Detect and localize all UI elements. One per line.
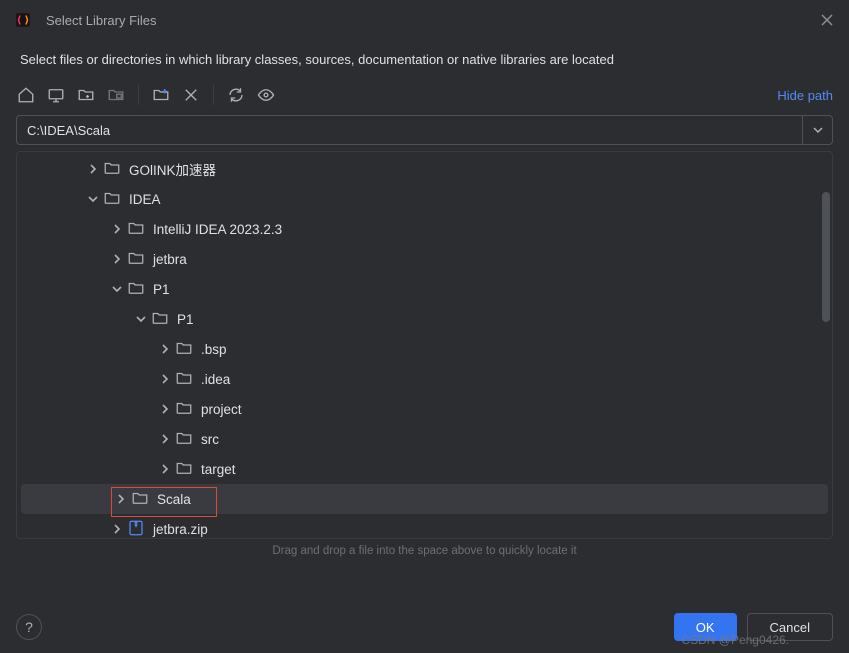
folder-icon	[175, 369, 201, 390]
tree-item-label: Scala	[157, 492, 191, 507]
chevron-right-icon[interactable]	[157, 401, 173, 417]
folder-icon	[103, 189, 129, 210]
instructions-text: Select files or directories in which lib…	[0, 40, 849, 85]
toolbar-divider	[213, 85, 214, 105]
path-bar	[16, 115, 833, 145]
tree-row[interactable]: GOlINK加速器	[17, 154, 832, 184]
folder-icon	[127, 249, 153, 270]
toolbar: Hide path	[0, 85, 849, 115]
folder-icon	[127, 219, 153, 240]
tree-row[interactable]: src	[17, 424, 832, 454]
tree-row[interactable]: jetbra	[17, 244, 832, 274]
titlebar: Select Library Files	[0, 0, 849, 40]
toolbar-divider	[138, 85, 139, 105]
drop-hint: Drag and drop a file into the space abov…	[0, 545, 849, 557]
home-icon[interactable]	[16, 85, 36, 105]
refresh-icon[interactable]	[226, 85, 246, 105]
chevron-right-icon[interactable]	[157, 461, 173, 477]
app-icon	[14, 11, 32, 29]
tree-item-label: P1	[153, 282, 170, 297]
tree-item-label: jetbra	[153, 252, 187, 267]
chevron-right-icon[interactable]	[109, 251, 125, 267]
folder-icon	[175, 459, 201, 480]
scrollbar[interactable]	[822, 192, 830, 322]
window-title: Select Library Files	[46, 13, 819, 28]
folder-icon	[175, 399, 201, 420]
chevron-right-icon[interactable]	[157, 371, 173, 387]
tree-item-label: .idea	[201, 372, 230, 387]
tree-item-label: project	[201, 402, 242, 417]
tree-row[interactable]: .bsp	[17, 334, 832, 364]
help-button[interactable]: ?	[16, 614, 42, 640]
chevron-down-icon[interactable]	[133, 311, 149, 327]
tree-row[interactable]: Scala	[21, 484, 828, 514]
chevron-right-icon[interactable]	[109, 221, 125, 237]
tree-row[interactable]: P1	[17, 274, 832, 304]
chevron-right-icon[interactable]	[109, 521, 125, 537]
hide-path-link[interactable]: Hide path	[777, 88, 833, 103]
tree-row[interactable]: IntelliJ IDEA 2023.2.3	[17, 214, 832, 244]
tree-row[interactable]: .idea	[17, 364, 832, 394]
path-dropdown-button[interactable]	[803, 115, 833, 145]
folder-icon	[151, 309, 177, 330]
tree-item-label: .bsp	[201, 342, 227, 357]
chevron-right-icon[interactable]	[157, 431, 173, 447]
delete-icon[interactable]	[181, 85, 201, 105]
folder-icon	[175, 429, 201, 450]
tree-row[interactable]: target	[17, 454, 832, 484]
tree-row[interactable]: project	[17, 394, 832, 424]
tree-item-label: IDEA	[129, 192, 161, 207]
tree-item-label: P1	[177, 312, 194, 327]
path-input[interactable]	[16, 115, 803, 145]
chevron-down-icon[interactable]	[109, 281, 125, 297]
tree-item-label: target	[201, 462, 236, 477]
show-hidden-icon[interactable]	[256, 85, 276, 105]
watermark: CSDN @Peng0426.	[681, 633, 789, 647]
folder-icon	[103, 159, 129, 180]
folder-icon	[127, 279, 153, 300]
project-icon[interactable]	[76, 85, 96, 105]
new-folder-icon[interactable]	[151, 85, 171, 105]
close-icon[interactable]	[819, 12, 835, 28]
module-icon[interactable]	[106, 85, 126, 105]
tree-item-label: src	[201, 432, 219, 447]
file-tree[interactable]: GOlINK加速器 IDEA IntelliJ IDEA 2023.2.3 jetbr…	[17, 152, 832, 539]
chevron-right-icon[interactable]	[85, 161, 101, 177]
folder-icon	[131, 489, 157, 510]
chevron-down-icon[interactable]	[85, 191, 101, 207]
chevron-right-icon[interactable]	[113, 491, 129, 507]
tree-row[interactable]: IDEA	[17, 184, 832, 214]
tree-row[interactable]: jetbra.zip	[17, 514, 832, 539]
desktop-icon[interactable]	[46, 85, 66, 105]
folder-icon	[175, 339, 201, 360]
file-tree-panel: GOlINK加速器 IDEA IntelliJ IDEA 2023.2.3 jetbr…	[16, 151, 833, 539]
tree-item-label: GOlINK加速器	[129, 159, 216, 179]
tree-item-label: jetbra.zip	[153, 522, 208, 537]
archive-icon	[127, 519, 153, 540]
tree-item-label: IntelliJ IDEA 2023.2.3	[153, 222, 282, 237]
chevron-right-icon[interactable]	[157, 341, 173, 357]
tree-row[interactable]: P1	[17, 304, 832, 334]
